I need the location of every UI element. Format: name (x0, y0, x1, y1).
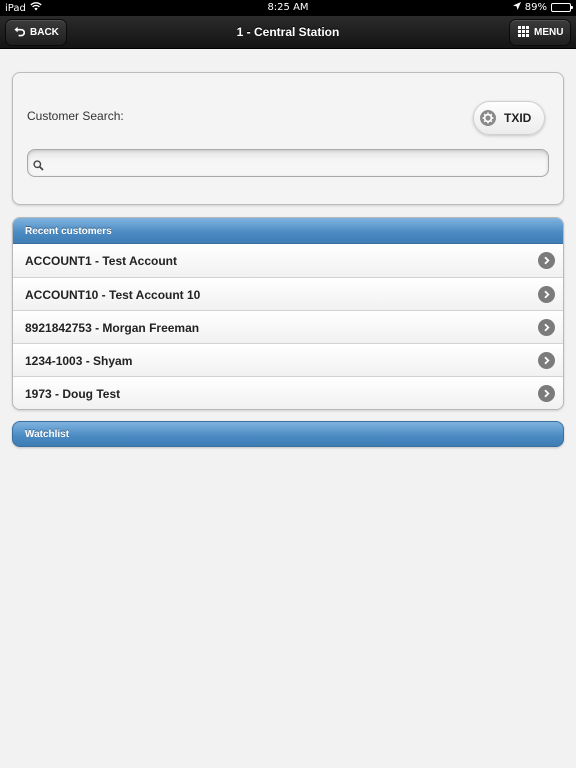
txid-button[interactable]: TXID (473, 101, 545, 135)
search-icon (33, 158, 44, 176)
customer-label: 1234-1003 - Shyam (25, 354, 133, 368)
list-item[interactable]: 1973 - Doug Test (13, 376, 563, 409)
recent-customers-list: Recent customers ACCOUNT1 - Test Account… (12, 217, 564, 410)
status-time: 8:25 AM (267, 2, 309, 13)
page-title: 1 - Central Station (236, 25, 340, 39)
battery-icon (551, 3, 573, 12)
location-arrow-icon (512, 2, 521, 13)
customer-search-label: Customer Search: (27, 109, 124, 123)
list-item[interactable]: 1234-1003 - Shyam (13, 343, 563, 376)
txid-label: TXID (504, 111, 532, 125)
customer-label: 8921842753 - Morgan Freeman (25, 321, 200, 335)
gear-icon (480, 110, 496, 126)
customer-label: 1973 - Doug Test (25, 387, 121, 401)
menu-button[interactable]: MENU (509, 19, 571, 46)
battery-percent: 89% (524, 2, 547, 13)
grid-icon (518, 25, 529, 40)
menu-label: MENU (534, 27, 564, 38)
customer-search-card: Customer Search: TXID (12, 72, 564, 205)
watchlist-header[interactable]: Watchlist (12, 421, 564, 447)
customer-search-input[interactable] (50, 152, 540, 174)
status-bar: iPad 8:25 AM 89% (0, 0, 576, 16)
chevron-right-icon (538, 385, 555, 402)
customer-label: ACCOUNT1 - Test Account (25, 254, 178, 268)
list-item[interactable]: 8921842753 - Morgan Freeman (13, 310, 563, 343)
customer-search-field[interactable] (27, 149, 549, 177)
recent-customers-header: Recent customers (13, 218, 563, 244)
chevron-right-icon (538, 286, 555, 303)
customer-label: ACCOUNT10 - Test Account 10 (25, 288, 201, 302)
chevron-right-icon (538, 319, 555, 336)
chevron-right-icon (538, 352, 555, 369)
list-item[interactable]: ACCOUNT1 - Test Account (13, 244, 563, 277)
chevron-right-icon (538, 252, 555, 269)
list-item[interactable]: ACCOUNT10 - Test Account 10 (13, 277, 563, 310)
nav-header: BACK 1 - Central Station MENU (0, 16, 576, 49)
